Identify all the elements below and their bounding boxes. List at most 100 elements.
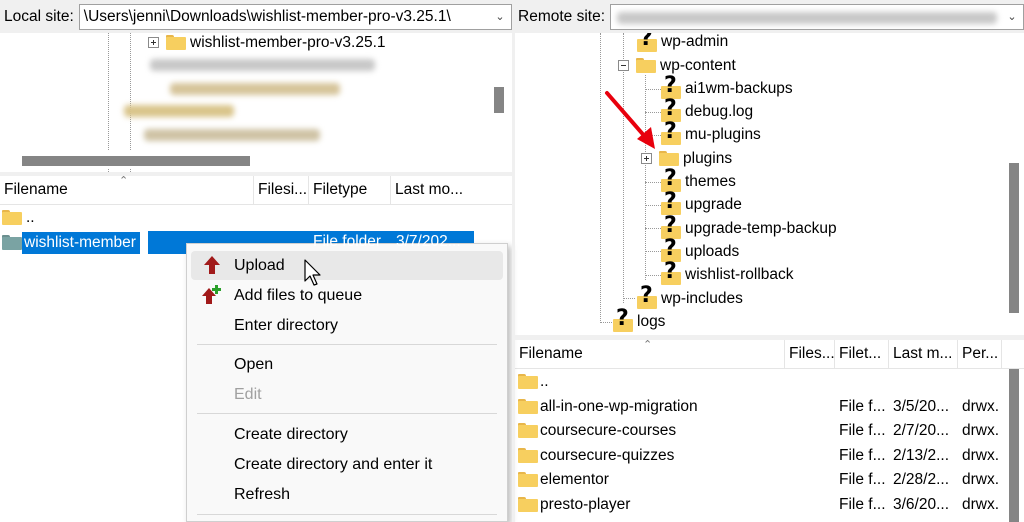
remote-list-header: Filename Files... Filet... Last m... Per… [515,340,1024,369]
row-modified: 3/7/202... [396,233,461,250]
scrollbar-thumb[interactable] [1009,369,1019,522]
remote-tree[interactable]: ? wp-admin wp-content ? ai1wm-backups ? … [515,33,1024,335]
tree-item-wp-content[interactable]: wp-content [618,54,736,77]
row-filetype: File f... [839,446,886,464]
unknown-folder-icon: ? [637,33,657,53]
row-filename: coursecure-quizzes [540,446,675,464]
local-tree-hscrollbar[interactable] [0,151,490,168]
row-filename: .. [26,208,35,226]
collapse-icon[interactable] [618,60,629,71]
remote-site-label: Remote site: [518,7,606,25]
pane-splitter[interactable] [512,0,515,522]
menu-item-create-directory-and-enter[interactable]: Create directory and enter it [191,450,503,479]
menu-item-label: Create directory [234,425,348,443]
menu-item-add-files-to-queue[interactable]: Add files to queue [191,281,503,310]
unknown-folder-icon: ? [613,307,633,333]
column-header-filetype[interactable]: Filetype [309,176,391,204]
row-filename: coursecure-courses [540,421,677,439]
menu-separator [197,514,497,515]
local-tree[interactable]: wishlist-member-pro-v3.25.1 [0,33,512,172]
expand-icon[interactable] [641,153,652,164]
tree-item-label: wishlist-member-pro-v3.25.1 [190,33,386,51]
add-to-queue-icon [202,285,221,304]
chevron-down-icon[interactable]: ⌄ [489,10,511,23]
row-modified: 2/13/2... [893,446,950,464]
table-row[interactable]: coursecure-courses File f... 2/7/20... d… [515,418,1005,443]
row-filename: elementor [540,470,609,488]
remote-file-list[interactable]: Filename Files... Filet... Last m... Per… [515,340,1024,522]
tree-item-label: themes [685,172,736,190]
menu-item-label: Add files to queue [234,286,363,304]
tree-item-upgrade-temp-backup[interactable]: ? upgrade-temp-backup [661,214,837,240]
menu-item-enter-directory[interactable]: Enter directory [191,311,503,340]
column-header-filesize[interactable]: Filesi... [254,176,309,204]
table-row[interactable]: elementor File f... 2/28/2... drwx. [515,467,1005,492]
folder-icon [636,58,656,73]
folder-icon [659,151,679,166]
column-header-filesize[interactable]: Files... [785,340,835,368]
row-modified: 3/5/20... [893,397,950,415]
menu-item-label: Upload [234,256,285,274]
column-header-filetype[interactable]: Filet... [835,340,889,368]
tree-item-label: wp-admin [661,33,729,50]
row-filetype: File f... [839,470,886,488]
local-path-text[interactable]: \Users\jenni\Downloads\wishlist-member-p… [80,8,489,26]
tree-item-mu-plugins[interactable]: ? mu-plugins [661,120,761,146]
list-item-parent[interactable]: .. [515,369,1005,394]
remote-splitter[interactable] [515,335,1024,340]
table-row[interactable]: all-in-one-wp-migration File f... 3/5/20… [515,394,1005,419]
menu-item-create-directory[interactable]: Create directory [191,420,503,449]
scrollbar-thumb[interactable] [1009,163,1019,313]
tree-item-wp-includes[interactable]: ? wp-includes [637,284,743,310]
row-modified: 2/7/20... [893,421,950,439]
tree-item-label: upgrade-temp-backup [685,219,837,237]
blurred-tree-item [124,105,234,117]
scrollbar-thumb[interactable] [494,87,504,113]
local-splitter[interactable] [0,172,512,176]
menu-item-refresh[interactable]: Refresh [191,480,503,509]
remote-tree-scrollbar[interactable] [1005,33,1022,335]
folder-icon [166,35,186,50]
folder-icon [518,423,538,438]
chevron-down-icon[interactable]: ⌄ [1001,10,1023,23]
folder-icon [518,374,538,389]
tree-item-wp-admin[interactable]: ? wp-admin [637,33,728,53]
mouse-cursor-icon [304,259,321,286]
row-filename: wishlist-member [22,231,140,254]
local-path-combobox[interactable]: \Users\jenni\Downloads\wishlist-member-p… [78,3,512,30]
annotation-arrow-icon [605,91,655,149]
row-filetype: File f... [839,397,886,415]
menu-item-label: Create directory and enter it [234,455,433,473]
sort-chevron-icon: ⌃ [643,340,653,351]
tree-item-label: upgrade [685,195,742,213]
tree-item-wishlist-rollback[interactable]: ? wishlist-rollback [661,260,794,286]
menu-item-label: Edit [234,385,262,403]
column-header-permissions[interactable]: Per... [958,340,1002,368]
menu-item-label: Refresh [234,485,291,503]
scrollbar-thumb[interactable] [22,156,250,166]
column-header-last-modified[interactable]: Last m... [889,340,958,368]
sort-chevron-icon: ⌃ [119,176,129,187]
tree-item-label: plugins [683,149,733,167]
tree-item-logs[interactable]: ? logs [613,307,665,333]
tree-item-label: wp-includes [661,289,743,307]
remote-path-combobox[interactable]: ⌄ [610,3,1024,30]
column-header-last-modified[interactable]: Last mo... [391,176,512,204]
expand-icon[interactable] [148,37,159,48]
tree-item-label: mu-plugins [685,125,761,143]
folder-icon [518,448,538,463]
local-tree-scrollbar[interactable] [490,33,507,172]
local-list-header: Filename Filesi... Filetype Last mo... [0,176,512,205]
row-filetype: File f... [839,495,886,513]
menu-item-upload[interactable]: Upload [191,251,503,280]
unknown-folder-icon: ? [637,284,657,310]
table-row[interactable]: presto-player File f... 3/6/20... drwx. [515,492,1005,517]
menu-item-open[interactable]: Open [191,350,503,379]
tree-item-ai1wm-backups[interactable]: ? ai1wm-backups [661,74,793,100]
remote-list-scrollbar[interactable] [1005,369,1022,522]
blurred-tree-item [144,129,320,141]
row-permissions: drwx. [962,495,1000,513]
list-item-parent[interactable]: .. [0,205,512,230]
table-row[interactable]: coursecure-quizzes File f... 2/13/2... d… [515,443,1005,468]
tree-item-selected-folder[interactable]: wishlist-member-pro-v3.25.1 [148,33,386,54]
